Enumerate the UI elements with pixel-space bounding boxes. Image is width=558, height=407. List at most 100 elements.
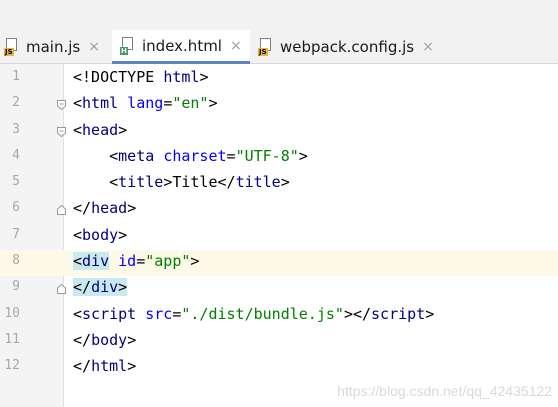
code-token: title	[118, 173, 164, 192]
tab-webpack-config-js[interactable]: JS webpack.config.js ×	[258, 30, 442, 63]
line-number: 7	[12, 226, 20, 242]
tab-label: main.js	[26, 37, 81, 56]
code-line[interactable]: 8 <div id="app">	[0, 250, 558, 277]
code-token: >	[127, 330, 137, 349]
tab-main-js[interactable]: JS main.js ×	[4, 30, 110, 63]
code-token: ></	[343, 304, 372, 323]
code-token: </	[73, 330, 92, 349]
code-token: >	[280, 173, 290, 192]
code-token: lang	[127, 94, 164, 113]
code-token: >	[425, 304, 435, 323]
code-text: <html lang="en">	[73, 94, 218, 112]
code-line[interactable]: 3 <head>	[0, 119, 558, 145]
code-token: </	[73, 278, 92, 297]
line-number: 10	[4, 305, 20, 321]
line-number: 4	[12, 147, 20, 163]
code-token: >	[118, 225, 128, 244]
code-line[interactable]: 12 </html>	[0, 355, 558, 381]
code-token: >	[118, 120, 128, 139]
code-line[interactable]: 9 </div>	[0, 276, 558, 302]
code-token: >	[199, 68, 209, 86]
code-token: >	[208, 94, 218, 113]
code-line[interactable]: 2 <html lang="en">	[0, 92, 558, 118]
code-token: =	[163, 94, 173, 113]
line-number: 12	[4, 358, 20, 374]
code-token: =	[226, 146, 236, 165]
js-file-icon: JS	[258, 37, 274, 56]
code-token: src	[145, 304, 173, 323]
code-token: html	[82, 94, 119, 113]
code-token: </	[73, 357, 92, 376]
fold-open-icon[interactable]	[57, 100, 66, 111]
code-token: <	[73, 304, 83, 323]
code-text: </html>	[73, 357, 136, 375]
tab-index-html[interactable]: H index.html ×	[112, 30, 250, 64]
close-icon[interactable]: ×	[422, 39, 434, 55]
code-token: >	[127, 357, 137, 376]
code-token: title	[235, 173, 281, 192]
code-line[interactable]: 7 <body>	[0, 224, 558, 250]
html-file-icon: H	[120, 36, 136, 55]
code-text: <div id="app">	[73, 252, 200, 271]
code-token: div	[82, 252, 110, 271]
line-number: 11	[4, 331, 20, 347]
code-token: >Title</	[163, 173, 236, 192]
fold-open-icon[interactable]	[57, 126, 66, 137]
code-token: "UTF-8"	[235, 146, 299, 165]
code-token: <!DOCTYPE	[73, 68, 164, 86]
line-number: 2	[12, 95, 20, 111]
code-line[interactable]: 5 <title>Title</title>	[0, 171, 558, 197]
line-number: 9	[12, 279, 20, 295]
code-token: >	[127, 199, 137, 218]
fold-close-icon[interactable]	[57, 284, 66, 295]
code-token: "./dist/bundle.js"	[181, 304, 344, 323]
editor-tab-bar: JS main.js × H index.html × JS webpack.c…	[0, 0, 558, 64]
code-token: >	[190, 252, 200, 271]
code-text: <meta charset="UTF-8">	[73, 147, 308, 165]
code-token: <	[73, 94, 83, 113]
tab-label: webpack.config.js	[280, 37, 415, 56]
tab-label: index.html	[142, 36, 222, 55]
line-number: 8	[12, 253, 20, 269]
code-token: body	[91, 330, 128, 349]
code-token: script	[82, 304, 137, 323]
code-token: </	[73, 199, 92, 218]
line-number: 6	[12, 200, 20, 216]
code-token: meta	[118, 146, 155, 165]
code-text: <title>Title</title>	[73, 173, 290, 191]
code-token: "en"	[172, 94, 209, 113]
code-line[interactable]: 4 <meta charset="UTF-8">	[0, 145, 558, 171]
code-text: <body>	[73, 226, 127, 244]
code-line[interactable]: 11 </body>	[0, 329, 558, 355]
close-icon[interactable]: ×	[230, 38, 242, 54]
code-token: html	[91, 357, 128, 376]
code-line[interactable]: 6 </head>	[0, 197, 558, 223]
code-line[interactable]: 10 <script src="./dist/bundle.js"></scrip…	[0, 303, 558, 329]
code-line[interactable]: 1 <!DOCTYPE html>	[0, 66, 558, 92]
code-token: >	[298, 146, 308, 165]
watermark: https://blog.csdn.net/qq_42435122	[337, 383, 552, 399]
code-token: <	[73, 252, 83, 271]
code-editor[interactable]: 1 <!DOCTYPE html> 2 <html lang="en"> 3 <head>…	[0, 66, 558, 382]
line-number: 3	[12, 121, 20, 137]
code-text: <script src="./dist/bundle.js"></script>	[73, 305, 434, 323]
close-icon[interactable]: ×	[88, 39, 100, 55]
fold-close-icon[interactable]	[57, 205, 66, 216]
code-text: <head>	[73, 121, 127, 139]
code-text: <!DOCTYPE html>	[73, 68, 208, 86]
line-number: 1	[12, 69, 20, 84]
code-token: head	[91, 199, 128, 218]
code-token: "app"	[145, 252, 191, 271]
code-token: <	[73, 120, 83, 139]
line-number: 5	[12, 174, 20, 190]
code-token: =	[136, 252, 146, 271]
code-token: body	[82, 225, 119, 244]
code-token: charset	[163, 146, 227, 165]
code-text: </head>	[73, 199, 136, 217]
code-token: script	[371, 304, 426, 323]
code-token: head	[82, 120, 119, 139]
